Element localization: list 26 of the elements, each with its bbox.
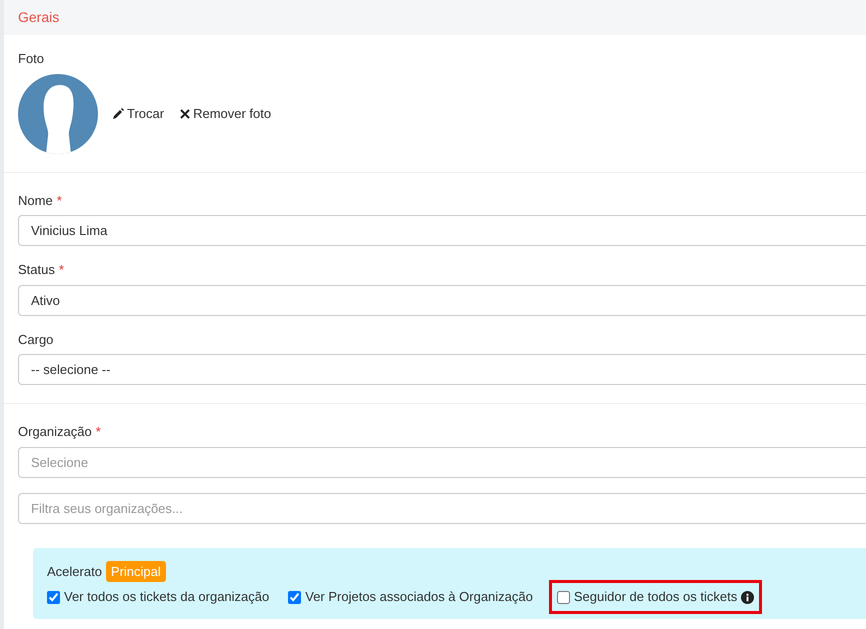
change-photo-link[interactable]: Trocar [112,104,164,122]
text-field[interactable]: Vinicius Lima [18,215,866,246]
pencil-icon [112,108,124,120]
required-mark: * [56,192,62,210]
checkbox[interactable] [288,590,302,604]
filter-field[interactable]: Filtra seus organizações... [18,492,866,524]
checkbox[interactable] [556,590,570,604]
organization-name: Acelerato [47,562,102,580]
checkbox[interactable] [47,590,60,604]
checkbox-label[interactable]: Ver Projetos associados à Organização [305,588,533,606]
select-field[interactable]: Selecione [18,446,866,478]
section-title: Gerais [4,0,866,35]
checkbox-label[interactable]: Ver todos os tickets da organização [64,588,270,606]
field-label: Organização [18,423,92,441]
field-label: Nome [18,192,53,210]
required-mark: * [96,423,101,441]
select-field[interactable]: Ativo [18,284,866,316]
field-label: Cargo [18,330,54,348]
remove-photo-link[interactable]: Remover foto [180,104,272,122]
field-label: Foto [18,50,44,68]
primary-badge: Principal [106,560,166,582]
select-field[interactable]: -- selecione -- [18,354,866,386]
close-icon [180,108,190,119]
checkbox-label[interactable]: Seguidor de todos os tickets [574,588,738,606]
field-label: Status [18,261,55,279]
required-mark: * [58,261,64,279]
